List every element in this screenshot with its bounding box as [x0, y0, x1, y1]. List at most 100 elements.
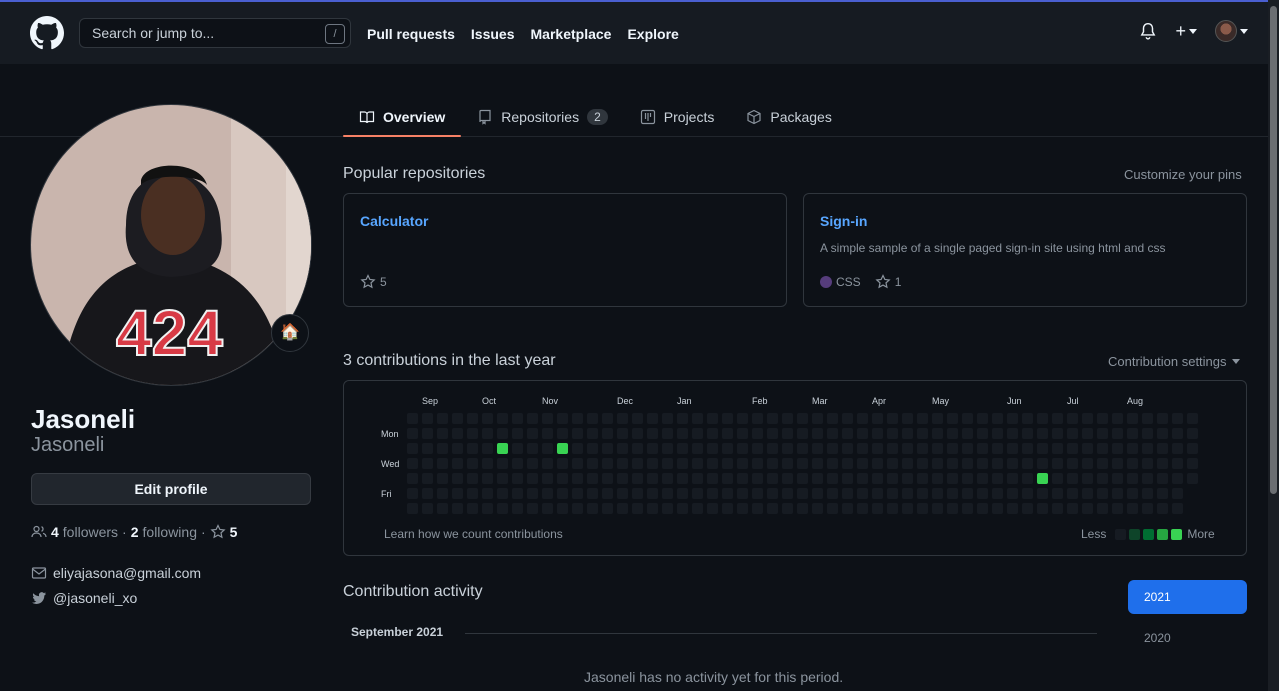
contribution-day[interactable] [497, 413, 508, 424]
contribution-day[interactable] [572, 428, 583, 439]
contribution-day[interactable] [1082, 473, 1093, 484]
contribution-day[interactable] [467, 473, 478, 484]
contribution-day[interactable] [932, 488, 943, 499]
contribution-day[interactable] [452, 503, 463, 514]
contribution-day[interactable] [407, 428, 418, 439]
contribution-day[interactable] [857, 488, 868, 499]
contribution-day[interactable] [632, 503, 643, 514]
contribution-day[interactable] [1052, 473, 1063, 484]
contribution-day[interactable] [422, 413, 433, 424]
contribution-day[interactable] [737, 503, 748, 514]
contribution-day[interactable] [587, 488, 598, 499]
create-new-dropdown[interactable]: + [1175, 21, 1197, 42]
contribution-day[interactable] [617, 473, 628, 484]
contribution-day[interactable] [1142, 458, 1153, 469]
contribution-day[interactable] [437, 428, 448, 439]
contribution-day[interactable] [437, 503, 448, 514]
contribution-day[interactable] [1097, 503, 1108, 514]
contribution-day[interactable] [782, 473, 793, 484]
contribution-day[interactable] [617, 413, 628, 424]
contribution-day[interactable] [1172, 473, 1183, 484]
contribution-day[interactable] [1172, 458, 1183, 469]
contribution-day[interactable] [1037, 443, 1048, 454]
contribution-day[interactable] [1037, 428, 1048, 439]
contribution-day[interactable] [917, 413, 928, 424]
contribution-day[interactable] [932, 413, 943, 424]
learn-contributions-link[interactable]: Learn how we count contributions [384, 527, 563, 541]
contribution-day[interactable] [617, 428, 628, 439]
contribution-day[interactable] [797, 443, 808, 454]
contribution-day[interactable] [437, 458, 448, 469]
contribution-day[interactable] [857, 503, 868, 514]
contribution-day[interactable] [992, 413, 1003, 424]
contribution-day[interactable] [527, 458, 538, 469]
contribution-day[interactable] [1127, 503, 1138, 514]
tab-repositories[interactable]: Repositories 2 [461, 98, 624, 136]
contribution-day[interactable] [1157, 443, 1168, 454]
email-link[interactable]: eliyajasona@gmail.com [53, 565, 201, 581]
contribution-day[interactable] [1067, 488, 1078, 499]
twitter-link[interactable]: @jasoneli_xo [53, 590, 137, 606]
contribution-day[interactable] [872, 413, 883, 424]
contribution-day[interactable] [602, 428, 613, 439]
contribution-day[interactable] [527, 503, 538, 514]
contribution-day[interactable] [767, 488, 778, 499]
contribution-day[interactable] [797, 473, 808, 484]
contribution-day[interactable] [407, 503, 418, 514]
contribution-day[interactable] [827, 413, 838, 424]
contribution-day[interactable] [872, 503, 883, 514]
contribution-day[interactable] [827, 473, 838, 484]
contribution-day[interactable] [932, 443, 943, 454]
contribution-day[interactable] [827, 503, 838, 514]
contribution-day[interactable] [422, 503, 433, 514]
contribution-day[interactable] [527, 473, 538, 484]
contribution-day[interactable] [422, 428, 433, 439]
contribution-day[interactable] [602, 473, 613, 484]
contribution-day[interactable] [437, 473, 448, 484]
contribution-day[interactable] [1172, 443, 1183, 454]
contribution-day[interactable] [917, 443, 928, 454]
nav-marketplace[interactable]: Marketplace [531, 26, 612, 42]
contribution-day[interactable] [782, 458, 793, 469]
contribution-day[interactable] [752, 488, 763, 499]
contribution-day[interactable] [617, 488, 628, 499]
contribution-day[interactable] [902, 503, 913, 514]
contribution-day[interactable] [1067, 458, 1078, 469]
contribution-day[interactable] [992, 503, 1003, 514]
contribution-day[interactable] [1052, 488, 1063, 499]
contribution-day[interactable] [542, 458, 553, 469]
contribution-day[interactable] [692, 458, 703, 469]
contribution-day[interactable] [842, 503, 853, 514]
contribution-day[interactable] [1112, 428, 1123, 439]
contribution-day[interactable] [797, 428, 808, 439]
contribution-day[interactable] [767, 503, 778, 514]
contribution-day[interactable] [542, 488, 553, 499]
contribution-day[interactable] [572, 443, 583, 454]
contribution-day[interactable] [542, 428, 553, 439]
contribution-day[interactable] [782, 503, 793, 514]
contribution-day[interactable] [587, 503, 598, 514]
contribution-day[interactable] [752, 443, 763, 454]
contribution-day[interactable] [827, 458, 838, 469]
contribution-day[interactable] [1157, 473, 1168, 484]
contribution-day[interactable] [632, 413, 643, 424]
contribution-day[interactable] [632, 458, 643, 469]
contribution-day[interactable] [1187, 458, 1198, 469]
contribution-day[interactable] [602, 503, 613, 514]
contribution-day[interactable] [947, 458, 958, 469]
nav-explore[interactable]: Explore [627, 26, 678, 42]
contribution-day[interactable] [572, 488, 583, 499]
contribution-day[interactable] [482, 458, 493, 469]
contribution-day[interactable] [812, 473, 823, 484]
contribution-day[interactable] [812, 443, 823, 454]
contribution-day[interactable] [467, 488, 478, 499]
contribution-day[interactable] [1112, 458, 1123, 469]
contribution-day[interactable] [617, 443, 628, 454]
contribution-day[interactable] [857, 473, 868, 484]
contribution-day[interactable] [1097, 413, 1108, 424]
contribution-day[interactable] [677, 473, 688, 484]
contribution-day[interactable] [1037, 473, 1048, 484]
contribution-day[interactable] [482, 428, 493, 439]
contribution-day[interactable] [782, 443, 793, 454]
contribution-day[interactable] [887, 428, 898, 439]
